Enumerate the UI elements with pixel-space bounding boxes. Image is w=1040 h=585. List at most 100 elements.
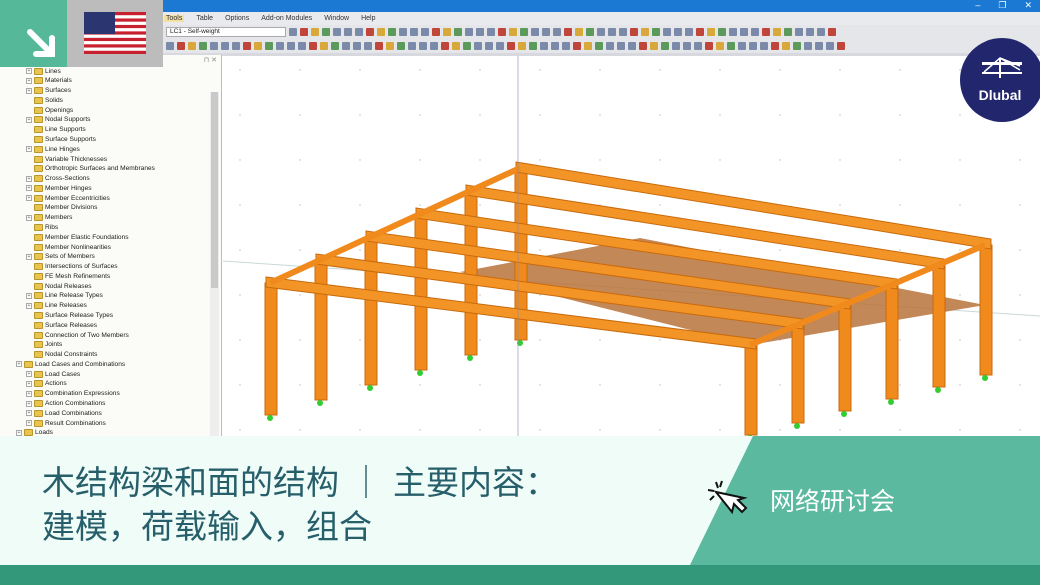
toolbar-button-icon[interactable]	[606, 42, 614, 50]
3d-viewport[interactable]	[222, 56, 1040, 441]
toolbar-button-icon[interactable]	[751, 28, 759, 36]
load-case-select[interactable]: LC1 - Self-weight	[166, 27, 286, 37]
toolbar-button-icon[interactable]	[408, 42, 416, 50]
expand-icon[interactable]: +	[26, 400, 32, 407]
toolbar-button-icon[interactable]	[773, 28, 781, 36]
toolbar-button-icon[interactable]	[795, 28, 803, 36]
toolbar-button-icon[interactable]	[355, 28, 363, 36]
scrollbar-thumb[interactable]	[211, 92, 218, 288]
tree-item[interactable]: + Nodal Supports	[26, 115, 90, 125]
toolbar-button-icon[interactable]	[782, 42, 790, 50]
menu-window[interactable]: Window	[324, 15, 349, 22]
toolbar-button-icon[interactable]	[342, 42, 350, 50]
toolbar-button-icon[interactable]	[727, 42, 735, 50]
toolbar-button-icon[interactable]	[254, 42, 262, 50]
toolbar-button-icon[interactable]	[443, 28, 451, 36]
toolbar-button-icon[interactable]	[366, 28, 374, 36]
menu-tools[interactable]: Tools	[164, 15, 185, 22]
toolbar-button-icon[interactable]	[410, 28, 418, 36]
toolbar-button-icon[interactable]	[441, 42, 449, 50]
toolbar-button-icon[interactable]	[320, 42, 328, 50]
toolbar-button-icon[interactable]	[463, 42, 471, 50]
tree-item[interactable]: + Cross-Sections	[26, 174, 90, 184]
expand-icon[interactable]: +	[26, 410, 32, 417]
toolbar-button-icon[interactable]	[476, 28, 484, 36]
tree-item[interactable]: + Line Hinges	[26, 144, 80, 154]
menu-options[interactable]: Options	[225, 15, 249, 22]
panel-header-icons[interactable]: ⊓ ✕	[204, 56, 217, 64]
tree-item[interactable]: + Member Eccentricities	[26, 193, 110, 203]
toolbar-button-icon[interactable]	[696, 28, 704, 36]
tree-item[interactable]: + Lines	[26, 66, 61, 76]
toolbar-button-icon[interactable]	[485, 42, 493, 50]
tree-item[interactable]: Member Elastic Foundations	[26, 232, 129, 242]
tree-item[interactable]: Surface Supports	[26, 134, 96, 144]
tree-item[interactable]: + Actions	[26, 379, 67, 389]
expand-icon[interactable]: +	[16, 429, 22, 436]
toolbar-button-icon[interactable]	[243, 42, 251, 50]
tree-item[interactable]: Member Nonlinearities	[26, 242, 111, 252]
expand-icon[interactable]: +	[26, 380, 32, 387]
toolbar-button-icon[interactable]	[386, 42, 394, 50]
toolbar-button-icon[interactable]	[298, 42, 306, 50]
us-flag-icon[interactable]	[84, 12, 146, 54]
toolbar-button-icon[interactable]	[760, 42, 768, 50]
expand-icon[interactable]: +	[26, 371, 32, 378]
structure-model[interactable]	[222, 56, 1040, 441]
toolbar-button-icon[interactable]	[498, 28, 506, 36]
toolbar-button-icon[interactable]	[496, 42, 504, 50]
toolbar-button-icon[interactable]	[311, 28, 319, 36]
tree-item[interactable]: Solids	[26, 95, 63, 105]
toolbar-button-icon[interactable]	[531, 28, 539, 36]
toolbar-button-icon[interactable]	[452, 42, 460, 50]
toolbar-button-icon[interactable]	[221, 42, 229, 50]
toolbar-button-icon[interactable]	[672, 42, 680, 50]
tree-item[interactable]: Nodal Releases	[26, 281, 92, 291]
tree-item[interactable]: + Members	[26, 213, 72, 223]
toolbar-button-icon[interactable]	[276, 42, 284, 50]
toolbar-button-icon[interactable]	[454, 28, 462, 36]
tree-item[interactable]: Member Divisions	[26, 203, 97, 213]
toolbar-button-icon[interactable]	[529, 42, 537, 50]
toolbar-button-icon[interactable]	[421, 28, 429, 36]
toolbar-button-icon[interactable]	[661, 42, 669, 50]
toolbar-button-icon[interactable]	[375, 42, 383, 50]
tree-item[interactable]: + Action Combinations	[26, 399, 105, 409]
toolbar-button-icon[interactable]	[331, 42, 339, 50]
toolbar-button-icon[interactable]	[177, 42, 185, 50]
tree-item[interactable]: Ribs	[26, 222, 58, 232]
tree-item[interactable]: Orthotropic Surfaces and Membranes	[26, 164, 155, 174]
toolbar-button-icon[interactable]	[707, 28, 715, 36]
toolbar-button-icon[interactable]	[650, 42, 658, 50]
toolbar-button-icon[interactable]	[265, 42, 273, 50]
toolbar-button-icon[interactable]	[641, 28, 649, 36]
toolbar-button-icon[interactable]	[683, 42, 691, 50]
toolbar-button-icon[interactable]	[608, 28, 616, 36]
toolbar-button-icon[interactable]	[518, 42, 526, 50]
toolbar-button-icon[interactable]	[718, 28, 726, 36]
expand-icon[interactable]: +	[26, 116, 32, 123]
toolbar-button-icon[interactable]	[553, 28, 561, 36]
toolbar-button-icon[interactable]	[617, 42, 625, 50]
toolbar-button-icon[interactable]	[716, 42, 724, 50]
toolbar-button-icon[interactable]	[738, 42, 746, 50]
tree-item[interactable]: + Result Combinations	[26, 418, 106, 428]
toolbar-button-icon[interactable]	[619, 28, 627, 36]
toolbar-button-icon[interactable]	[815, 42, 823, 50]
toolbar-button-icon[interactable]	[333, 28, 341, 36]
tree-item[interactable]: + Sets of Members	[26, 252, 95, 262]
toolbar-button-icon[interactable]	[674, 28, 682, 36]
toolbar-button-icon[interactable]	[388, 28, 396, 36]
toolbar-button-icon[interactable]	[232, 42, 240, 50]
toolbar-button-icon[interactable]	[564, 28, 572, 36]
expand-icon[interactable]: +	[26, 195, 32, 202]
toolbar-button-icon[interactable]	[322, 28, 330, 36]
toolbar-button-icon[interactable]	[806, 28, 814, 36]
tree-item[interactable]: FE Mesh Refinements	[26, 271, 110, 281]
expand-icon[interactable]: +	[26, 253, 32, 260]
toolbar-button-icon[interactable]	[562, 42, 570, 50]
toolbar-button-icon[interactable]	[289, 28, 297, 36]
minimize-button[interactable]: –	[975, 0, 980, 11]
tree-item[interactable]: + Load Cases and Combinations	[16, 359, 125, 369]
expand-icon[interactable]: +	[26, 420, 32, 427]
